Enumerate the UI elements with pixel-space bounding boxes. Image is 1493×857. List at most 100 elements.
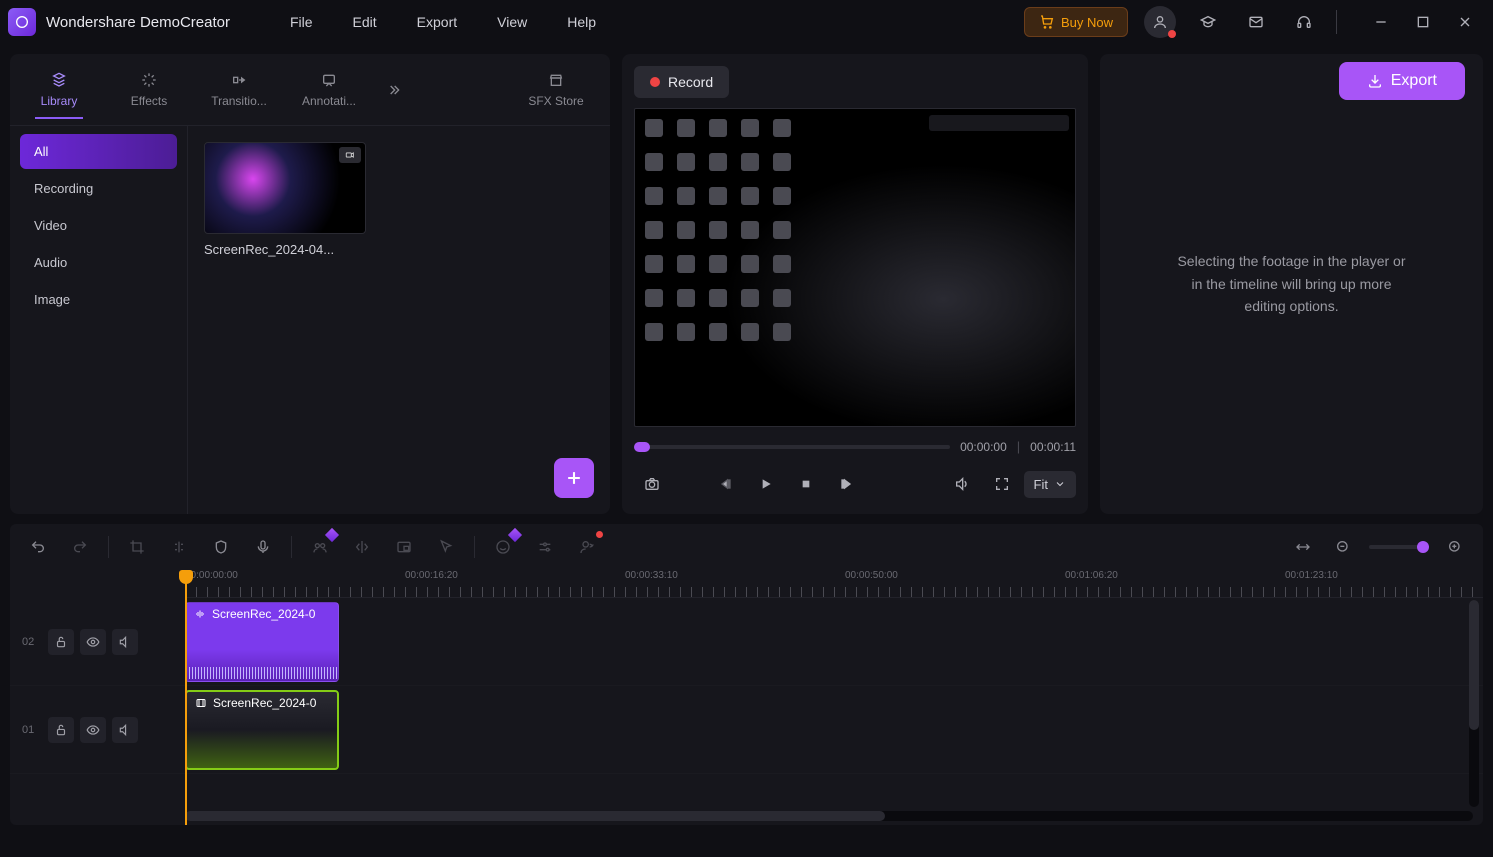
tab-library[interactable]: Library [14,62,104,118]
zoom-out-icon [1335,539,1351,555]
menu-edit[interactable]: Edit [333,6,397,38]
sparkle-icon [141,72,157,90]
fit-timeline-button[interactable] [1289,533,1317,561]
voiceover-button[interactable] [249,533,277,561]
chevron-right-double-icon [386,82,402,98]
menu-help[interactable]: Help [547,6,616,38]
ruler-tick: 00:01:06:20 [1065,570,1118,581]
video-clip[interactable]: ScreenRec_2024-0 [185,690,339,770]
volume-button[interactable] [944,466,980,502]
sidebar-item-video[interactable]: Video [20,208,177,243]
plus-icon [564,468,584,488]
tab-library-label: Library [41,94,78,108]
library-tabs: Library Effects Transitio... Annotati...… [10,54,610,126]
undo-icon [30,539,46,555]
progress-slider[interactable] [634,445,950,449]
shield-icon [213,539,229,555]
close-button[interactable] [1445,4,1485,40]
tab-effects-label: Effects [131,94,167,108]
track-row-02: 02 ScreenRec_2024-0 [10,598,1483,686]
track-visibility-button[interactable] [80,629,106,655]
account-button[interactable] [1144,6,1176,38]
group-button[interactable] [306,533,334,561]
zoom-out-button[interactable] [1329,533,1357,561]
envelope-icon [1248,14,1264,30]
media-item[interactable]: ScreenRec_2024-04... [204,142,366,257]
preview-panel: Record 00:00:00 | 00:00:11 [622,54,1088,514]
mail-button[interactable] [1240,6,1272,38]
eye-icon [86,723,100,737]
buy-now-button[interactable]: Buy Now [1024,7,1128,37]
player-controls: Fit [634,466,1076,502]
zoom-in-button[interactable] [1441,533,1469,561]
menu-export[interactable]: Export [397,6,477,38]
track-visibility-button[interactable] [80,717,106,743]
timeline-scrollbar-horizontal[interactable] [185,811,1473,821]
track-lock-button[interactable] [48,717,74,743]
track-row-01: 01 ScreenRec_2024-0 [10,686,1483,774]
zoom-fit-select[interactable]: Fit [1024,471,1076,498]
add-media-button[interactable] [554,458,594,498]
playback-progress: 00:00:00 | 00:00:11 [634,439,1076,454]
timeline-ruler[interactable]: 00:00:00:00 00:00:16:20 00:00:33:10 00:0… [185,570,1483,598]
timeline-toolbar [10,524,1483,570]
fullscreen-icon [994,476,1010,492]
avatar-button[interactable] [573,533,601,561]
support-button[interactable] [1288,6,1320,38]
window-controls [1361,4,1485,40]
tab-transitions-label: Transitio... [211,94,267,108]
maximize-button[interactable] [1403,4,1443,40]
next-frame-button[interactable] [828,466,864,502]
tab-sfx-store[interactable]: SFX Store [506,62,606,118]
mirror-button[interactable] [348,533,376,561]
tutorials-button[interactable] [1192,6,1224,38]
ruler-tick: 00:00:50:00 [845,570,898,581]
smiley-button[interactable] [489,533,517,561]
zoom-slider[interactable] [1369,545,1429,549]
clip-name: ScreenRec_2024-0 [213,696,316,710]
split-button[interactable] [165,533,193,561]
timeline-scrollbar-vertical[interactable] [1469,600,1479,807]
snapshot-button[interactable] [634,466,670,502]
preview-screen[interactable] [634,108,1076,427]
adjust-button[interactable] [531,533,559,561]
menu-view[interactable]: View [477,6,547,38]
stop-button[interactable] [788,466,824,502]
step-forward-icon [838,476,854,492]
redo-button[interactable] [66,533,94,561]
prev-frame-button[interactable] [708,466,744,502]
sidebar-item-audio[interactable]: Audio [20,245,177,280]
crop-button[interactable] [123,533,151,561]
split-icon [171,539,187,555]
export-button[interactable]: Export [1339,62,1465,100]
person-speak-icon [579,539,595,555]
cursor-button[interactable] [432,533,460,561]
sidebar-item-recording[interactable]: Recording [20,171,177,206]
undo-button[interactable] [24,533,52,561]
audio-clip[interactable]: ScreenRec_2024-0 [185,602,339,682]
redo-icon [72,539,88,555]
cart-icon [1039,14,1055,30]
play-button[interactable] [748,466,784,502]
tab-transitions[interactable]: Transitio... [194,62,284,118]
sidebar-item-all[interactable]: All [20,134,177,169]
playhead[interactable] [185,570,187,825]
minimize-button[interactable] [1361,4,1401,40]
record-button[interactable]: Record [634,66,729,98]
speaker-icon [954,476,970,492]
more-tabs-button[interactable] [374,82,414,98]
marker-button[interactable] [207,533,235,561]
title-bar-right: Buy Now [1024,4,1485,40]
track-mute-button[interactable] [112,629,138,655]
track-mute-button[interactable] [112,717,138,743]
menu-file[interactable]: File [270,6,333,38]
sidebar-item-image[interactable]: Image [20,282,177,317]
store-icon [548,72,564,90]
pip-button[interactable] [390,533,418,561]
tab-annotations[interactable]: Annotati... [284,62,374,118]
play-icon [758,476,774,492]
track-lock-button[interactable] [48,629,74,655]
tab-effects[interactable]: Effects [104,62,194,118]
fullscreen-button[interactable] [984,466,1020,502]
mirror-icon [354,539,370,555]
